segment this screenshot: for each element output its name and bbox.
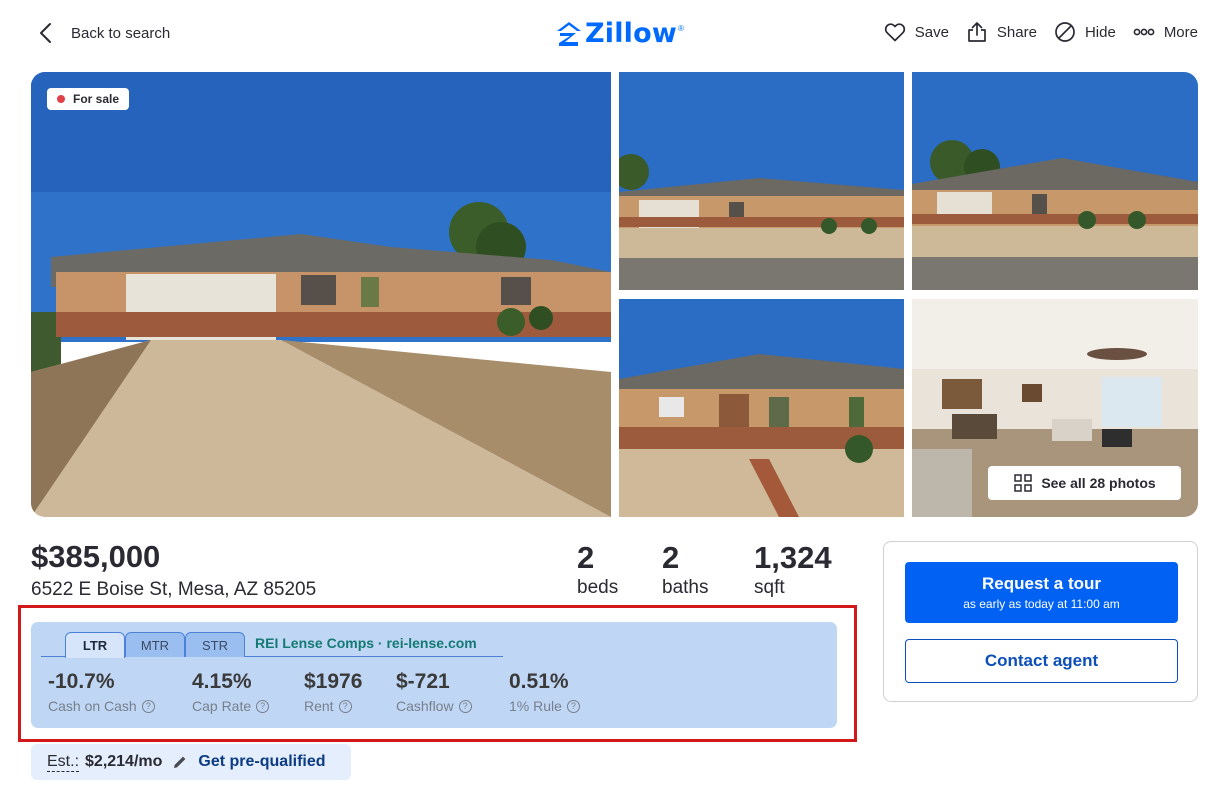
metric-value: -10.7% [48, 670, 115, 693]
metric-value: $-721 [396, 670, 450, 693]
baths-unit: baths [662, 577, 709, 598]
house-side-photo [912, 72, 1198, 290]
back-to-search-link[interactable]: Back to search [34, 20, 170, 46]
status-badge-label: For sale [73, 92, 120, 106]
request-tour-button[interactable]: Request a tour as early as today at 11:0… [905, 562, 1178, 623]
back-to-search-label: Back to search [71, 24, 171, 42]
help-icon[interactable]: ? [566, 699, 580, 713]
house-street-photo [619, 72, 904, 290]
contact-agent-button[interactable]: Contact agent [905, 639, 1178, 683]
contact-card: Request a tour as early as today at 11:0… [883, 541, 1198, 702]
hide-icon [1055, 22, 1075, 42]
hide-label: Hide [1084, 23, 1116, 41]
sqft-unit: sqft [754, 577, 785, 598]
help-icon[interactable]: ? [338, 699, 352, 713]
estimate-amount: $2,214/mo [85, 753, 163, 770]
gallery-photo-4[interactable] [619, 299, 904, 517]
registered-mark: ® [678, 24, 684, 33]
rental-strategy-tabs: LTR MTR STR REI Lense Comps · rei-lense.… [41, 632, 503, 658]
help-icon[interactable]: ? [256, 699, 270, 713]
gallery-photo-2[interactable] [619, 72, 904, 290]
metric-one-percent-rule: 0.51% 1% Rule? [509, 670, 580, 714]
estimate-label[interactable]: Est.: [47, 753, 80, 772]
request-tour-title: Request a tour [981, 574, 1102, 593]
request-tour-subtitle: as early as today at 11:00 am [963, 597, 1120, 611]
metric-label: Cashflow [396, 698, 454, 714]
sqft-value: 1,324 [754, 540, 832, 575]
zillow-logo[interactable]: Zillow ® [556, 18, 684, 49]
baths-stat: 2 baths [662, 541, 708, 600]
share-icon [968, 22, 986, 42]
share-button[interactable]: Share [965, 20, 1037, 44]
tab-str[interactable]: STR [185, 632, 245, 657]
metric-value: 0.51% [509, 670, 569, 693]
beds-value: 2 [577, 540, 595, 575]
metric-rent: $1976 Rent? [304, 670, 362, 714]
photo-gallery: For sale See all 28 photos [31, 72, 1198, 517]
hide-button[interactable]: Hide [1053, 20, 1116, 44]
metric-value: $1976 [304, 670, 363, 693]
status-badge: For sale [47, 88, 130, 110]
get-pre-qualified-link[interactable]: Get pre-qualified [198, 753, 325, 771]
metric-cash-on-cash: -10.7% Cash on Cash? [48, 670, 155, 714]
metric-label: Rent [304, 698, 334, 714]
save-label: Save [914, 23, 949, 41]
zillow-wordmark: Zillow [585, 18, 678, 49]
sqft-stat: 1,324 sqft [754, 541, 832, 600]
gallery-photo-5[interactable]: See all 28 photos [912, 299, 1198, 517]
tab-mtr[interactable]: MTR [125, 632, 185, 657]
metric-cap-rate: 4.15% Cap Rate? [192, 670, 270, 714]
main-photo[interactable]: For sale [31, 72, 611, 517]
help-icon[interactable]: ? [458, 699, 472, 713]
metric-label: 1% Rule [509, 698, 562, 714]
top-bar: Back to search Zillow ® Save Share Hide … [0, 0, 1224, 66]
listing-address: 6522 E Boise St, Mesa, AZ 85205 [31, 579, 317, 600]
more-dots-icon [1133, 28, 1155, 36]
listing-actions: Save Share Hide More [867, 20, 1198, 44]
beds-stat: 2 beds [577, 541, 618, 600]
estimated-payment: Est.: $2,214/mo Get pre-qualified [31, 744, 351, 780]
house-front-photo [31, 72, 611, 517]
listing-price: $385,000 [31, 539, 161, 574]
pencil-icon[interactable] [172, 754, 188, 770]
share-label: Share [996, 23, 1037, 41]
see-all-photos-label: See all 28 photos [1041, 475, 1156, 491]
help-icon[interactable]: ? [141, 699, 155, 713]
status-dot [57, 95, 65, 103]
metric-value: 4.15% [192, 670, 252, 693]
rei-lense-panel: LTR MTR STR REI Lense Comps · rei-lense.… [31, 622, 837, 728]
heart-icon [884, 23, 905, 42]
metric-label: Cash on Cash [48, 698, 137, 714]
more-label: More [1163, 23, 1198, 41]
gallery-photo-3[interactable] [912, 72, 1198, 290]
grid-icon [1014, 474, 1033, 492]
baths-value: 2 [662, 540, 680, 575]
beds-unit: beds [577, 577, 619, 598]
tab-ltr[interactable]: LTR [65, 632, 125, 658]
metric-label: Cap Rate [192, 698, 252, 714]
chevron-left-icon [40, 23, 51, 43]
house-entry-photo [619, 299, 904, 517]
metric-cashflow: $-721 Cashflow? [396, 670, 472, 714]
save-button[interactable]: Save [883, 20, 949, 44]
more-button[interactable]: More [1132, 20, 1198, 44]
rei-lense-comps-link[interactable]: REI Lense Comps · rei-lense.com [255, 635, 477, 651]
see-all-photos-button[interactable]: See all 28 photos [988, 466, 1181, 500]
zillow-logo-icon [557, 21, 581, 46]
